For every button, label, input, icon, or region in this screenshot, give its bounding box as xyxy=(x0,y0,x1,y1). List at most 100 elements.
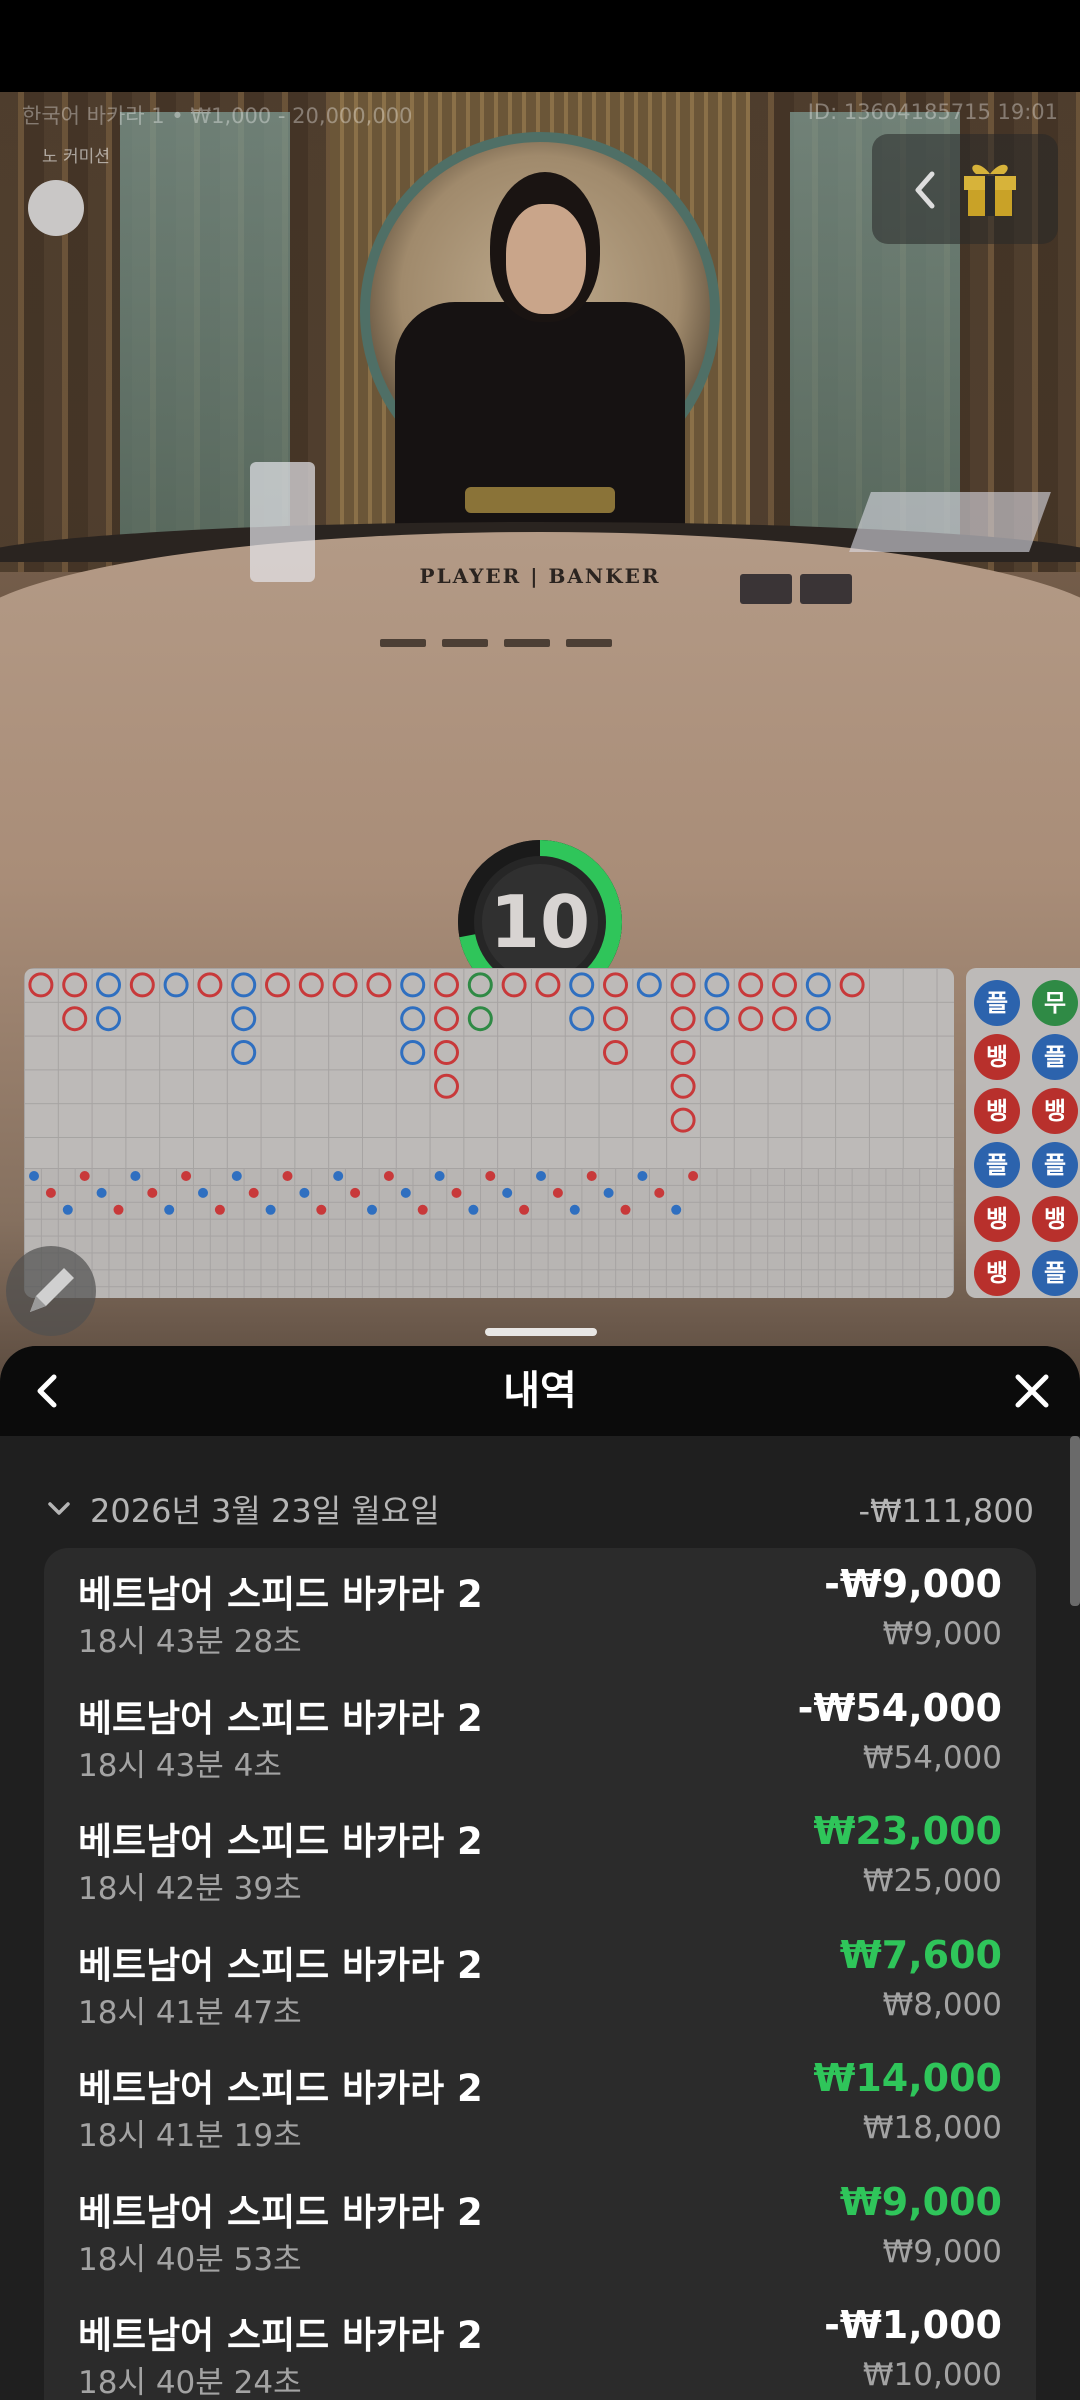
road-mark xyxy=(670,1040,696,1065)
stake-amount: ₩54,000 xyxy=(862,1739,1002,1776)
card-slot xyxy=(504,639,550,647)
result-amount: ₩23,000 xyxy=(813,1809,1002,1853)
game-name: 베트남어 스피드 바카라 2 xyxy=(78,2067,483,2110)
derived-mark xyxy=(350,1187,361,1198)
bead-player: 플 xyxy=(974,1142,1020,1188)
game-name: 베트남어 스피드 바카라 2 xyxy=(78,1573,483,1616)
road-mark xyxy=(467,972,493,998)
road-mark xyxy=(28,972,54,998)
history-row[interactable]: 베트남어 스피드 바카라 2 18시 42분 39초 ₩23,000 ₩25,000 xyxy=(44,1799,1036,1923)
road-mark xyxy=(96,1006,121,1032)
road-mark xyxy=(738,1006,764,1032)
card xyxy=(800,574,852,604)
bead-banker: 뱅 xyxy=(1032,1196,1078,1242)
bet-time: 18시 41분 19초 xyxy=(78,2118,302,2154)
road-mark xyxy=(434,1006,459,1032)
road-mark xyxy=(231,1006,257,1032)
road-mark xyxy=(670,1107,696,1133)
scrollbar[interactable] xyxy=(1070,1436,1080,1606)
card-slot xyxy=(442,639,488,647)
result-amount: -₩54,000 xyxy=(797,1685,1002,1730)
road-mark xyxy=(400,1040,426,1065)
game-name: 베트남어 스피드 바카라 2 xyxy=(78,1943,483,1987)
road-mark xyxy=(670,1006,696,1032)
road-mark xyxy=(535,972,561,998)
bead-banker: 뱅 xyxy=(974,1088,1020,1134)
live-video[interactable]: PLAYER | BANKER 한국어 바카라 1 • ₩1,000 - 20,… xyxy=(0,92,1080,1382)
chevron-left-icon[interactable] xyxy=(910,168,940,212)
history-row[interactable]: 베트남어 스피드 바카라 2 18시 43분 28초 -₩9,000 ₩9,000 xyxy=(44,1552,1036,1676)
table-surface-label: PLAYER | BANKER xyxy=(419,564,661,588)
bead-player: 플 xyxy=(1032,1034,1078,1080)
road-mark xyxy=(738,972,764,998)
close-button[interactable] xyxy=(1002,1361,1062,1421)
round-id: ID: 13604185715 19:01 xyxy=(807,100,1058,124)
derived-mark xyxy=(468,1204,479,1215)
result-amount: ₩14,000 xyxy=(813,2056,1002,2100)
big-road[interactable] xyxy=(24,968,954,1298)
road-mark xyxy=(805,1006,831,1032)
sheet-title: 내역 xyxy=(503,1368,577,1414)
history-row[interactable]: 베트남어 스피드 바카라 2 18시 43분 4초 -₩54,000 ₩54,000 xyxy=(44,1676,1036,1800)
result-amount: ₩7,600 xyxy=(839,1932,1002,1977)
stake-amount: ₩9,000 xyxy=(882,2233,1002,2270)
road-mark xyxy=(569,1006,595,1032)
stake-amount: ₩8,000 xyxy=(882,1986,1002,2023)
history-list: 베트남어 스피드 바카라 2 18시 43분 28초 -₩9,000 ₩9,000 베트… xyxy=(44,1548,1036,2400)
history-row[interactable]: 베트남어 스피드 바카라 2 18시 41분 19초 ₩14,000 ₩18,000 xyxy=(44,2046,1036,2170)
road-mark xyxy=(400,972,426,998)
game-name: 베트남어 스피드 바카라 2 xyxy=(78,2190,483,2234)
gift-icon[interactable] xyxy=(960,154,1020,218)
derived-mark xyxy=(62,1204,73,1215)
history-row[interactable]: 베트남어 스피드 바카라 2 18시 40분 53초 ₩9,000 ₩9,000 xyxy=(44,2170,1036,2294)
road-mark xyxy=(163,972,189,998)
bead-banker: 뱅 xyxy=(974,1250,1020,1296)
table-name-limits: 한국어 바카라 1 • ₩1,000 - 20,000,000 xyxy=(22,104,413,128)
road-mark xyxy=(636,972,662,998)
history-row[interactable]: 베트남어 스피드 바카라 2 18시 40분 24초 -₩1,000 ₩10,000 xyxy=(44,2293,1036,2400)
bet-time: 18시 42분 39초 xyxy=(78,1871,302,1907)
road-mark xyxy=(670,972,696,998)
road-mark xyxy=(704,972,730,998)
dealer-belt xyxy=(465,487,615,513)
road-mark xyxy=(231,1040,257,1065)
no-commission-label: 노 커미션 xyxy=(42,147,110,167)
derived-road-marks xyxy=(29,1171,699,1215)
bead-player: 플 xyxy=(974,980,1020,1026)
derived-mark xyxy=(231,1171,242,1181)
derived-mark xyxy=(451,1187,462,1198)
bead-road[interactable]: 플무뱅플뱅뱅플플뱅뱅뱅플 xyxy=(966,968,1080,1298)
result-amount: -₩1,000 xyxy=(824,2303,1002,2347)
gift-panel[interactable] xyxy=(872,134,1058,244)
road-mark xyxy=(265,972,290,998)
road-mark xyxy=(839,972,865,998)
date-total: -₩111,800 xyxy=(858,1492,1034,1530)
bead-player: 플 xyxy=(1032,1142,1078,1188)
stake-amount: ₩9,000 xyxy=(882,1616,1002,1652)
derived-mark xyxy=(147,1187,158,1198)
pen-button[interactable] xyxy=(6,1246,96,1336)
card-slot xyxy=(566,639,612,647)
road-mark xyxy=(670,1073,696,1099)
result-amount: -₩9,000 xyxy=(824,1562,1002,1606)
derived-mark xyxy=(637,1171,648,1181)
road-mark xyxy=(434,1073,459,1099)
history-row[interactable]: 베트남어 스피드 바카라 2 18시 41분 47초 ₩7,600 ₩8,000 xyxy=(44,1923,1036,2047)
derived-mark xyxy=(552,1187,563,1198)
derived-mark xyxy=(654,1187,665,1198)
derived-mark xyxy=(417,1204,428,1215)
stake-amount: ₩25,000 xyxy=(862,1863,1002,1899)
derived-mark xyxy=(113,1204,124,1215)
road-mark xyxy=(332,972,358,998)
road-mark xyxy=(366,972,392,998)
derived-mark xyxy=(248,1187,259,1198)
avatar[interactable] xyxy=(28,180,84,236)
derived-mark xyxy=(29,1171,39,1181)
derived-mark xyxy=(434,1171,445,1181)
bead-banker: 뱅 xyxy=(974,1196,1020,1242)
sheet-drag-handle[interactable] xyxy=(485,1328,597,1336)
derived-mark xyxy=(400,1187,411,1198)
date-group-header[interactable]: 2026년 3월 23일 월요일 -₩111,800 xyxy=(44,1486,1034,1536)
back-button[interactable] xyxy=(18,1361,78,1421)
road-mark xyxy=(434,1040,459,1065)
